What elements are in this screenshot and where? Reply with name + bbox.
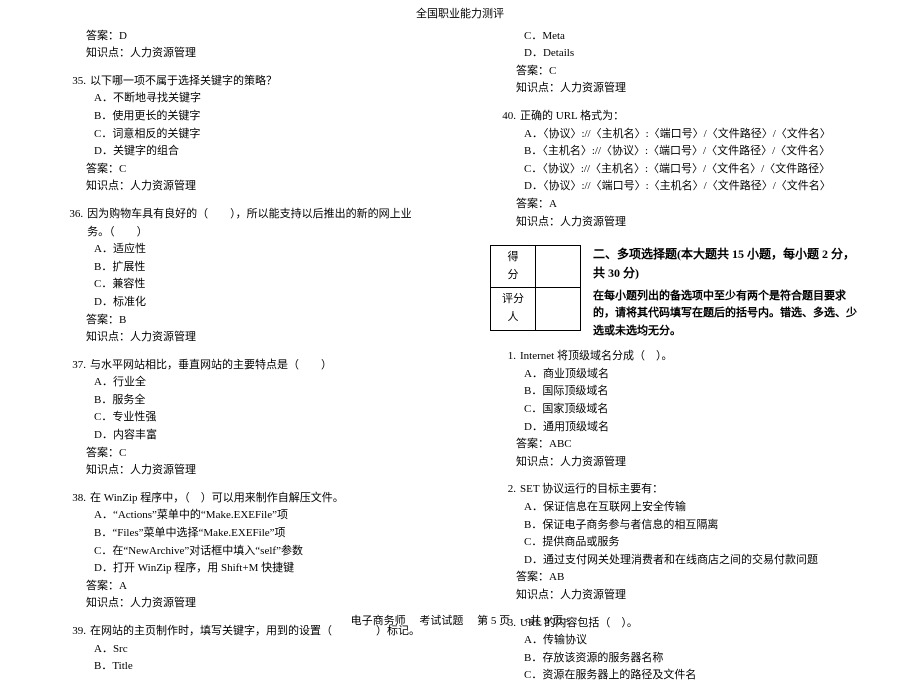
- mq2-answer: 答案：AB: [490, 569, 860, 587]
- q39-opt-b: B．Title: [94, 658, 430, 676]
- mquestion-2: 2.SET 协议运行的目标主要有： A．保证信息在互联网上安全传输 B．保证电子…: [490, 481, 860, 604]
- q40-num: 40.: [490, 108, 520, 126]
- question-38: 38.在 WinZip 程序中，（ ）可以用来制作自解压文件。 A．“Actio…: [60, 490, 430, 613]
- q40-stem: 正确的 URL 格式为：: [520, 108, 624, 126]
- score-value-cell: [536, 246, 581, 288]
- q40-kp: 知识点：人力资源管理: [490, 214, 860, 232]
- q35-opt-b: B．使用更长的关键字: [94, 108, 430, 126]
- right-column: C．Meta D．Details 答案：C 知识点：人力资源管理 40.正确的 …: [460, 24, 890, 693]
- mq3-opt-b: B．存放该资源的服务器名称: [524, 650, 860, 668]
- footer-subject: 电子商务师: [351, 615, 406, 627]
- q38-opt-a: A．“Actions”菜单中的“Make.EXEFile”项: [94, 507, 430, 525]
- prev-kp: 知识点：人力资源管理: [60, 45, 430, 63]
- q38-num: 38.: [60, 490, 90, 508]
- q39-opt-c: C．Meta: [524, 28, 860, 46]
- footer-paper: 考试试题: [419, 615, 463, 627]
- q35-kp: 知识点：人力资源管理: [60, 178, 430, 196]
- reviewer-value-cell: [536, 288, 581, 330]
- prev-answer: 答案：D: [60, 28, 430, 46]
- q36-opt-c: C．兼容性: [94, 276, 430, 294]
- mq1-stem: Internet 将顶级域名分成（ ）。: [520, 348, 672, 366]
- footer-page: 第 5 页: [477, 615, 510, 627]
- q38-opt-c: C．在“NewArchive”对话框中填入“self”参数: [94, 543, 430, 561]
- reviewer-label: 评分人: [491, 288, 536, 330]
- mq2-num: 2.: [490, 481, 520, 499]
- section2-title: 二、多项选择题(本大题共 15 小题，每小题 2 分，共 30 分): [593, 245, 860, 283]
- section2-header: 得 分 评分人 二、多项选择题(本大题共 15 小题，每小题 2 分，共 30 …: [490, 245, 860, 340]
- q39-answer: 答案：C: [490, 63, 860, 81]
- score-label: 得 分: [491, 246, 536, 288]
- q37-opt-a: A．行业全: [94, 374, 430, 392]
- q36-stem: 因为购物车具有良好的（ ），所以能支持以后推出的新的网上业务。（ ）: [87, 206, 430, 241]
- q36-opt-d: D．标准化: [94, 294, 430, 312]
- page-footer: 电子商务师 考试试题 第 5 页 <共 9 页>: [0, 613, 920, 631]
- q40-answer: 答案：A: [490, 196, 860, 214]
- q37-opt-c: C．专业性强: [94, 409, 430, 427]
- q39-kp: 知识点：人力资源管理: [490, 80, 860, 98]
- section2-instructions: 在每小题列出的备选项中至少有两个是符合题目要求的，请将其代码填写在题后的括号内。…: [593, 288, 860, 341]
- q37-opt-b: B．服务全: [94, 392, 430, 410]
- q39-opt-a: A．Src: [94, 641, 430, 659]
- q37-opt-d: D．内容丰富: [94, 427, 430, 445]
- mq2-opt-b: B．保证电子商务参与者信息的相互隔离: [524, 517, 860, 535]
- mq2-opt-c: C．提供商品或服务: [524, 534, 860, 552]
- q40-opt-a: A．〈协议〉://〈主机名〉:〈端口号〉/〈文件路径〉/〈文件名〉: [524, 126, 860, 144]
- q35-num: 35.: [60, 73, 90, 91]
- doc-header: 全国职业能力测评: [0, 0, 920, 24]
- q39-opt-d: D．Details: [524, 45, 860, 63]
- q36-kp: 知识点：人力资源管理: [60, 329, 430, 347]
- q36-opt-b: B．扩展性: [94, 259, 430, 277]
- mq2-opt-a: A．保证信息在互联网上安全传输: [524, 499, 860, 517]
- mq1-num: 1.: [490, 348, 520, 366]
- mq2-opt-d: D．通过支付网关处理消费者和在线商店之间的交易付款问题: [524, 552, 860, 570]
- q37-num: 37.: [60, 357, 90, 375]
- q38-opt-b: B．“Files”菜单中选择“Make.EXEFile”项: [94, 525, 430, 543]
- q36-answer: 答案：B: [60, 312, 430, 330]
- q36-num: 36.: [60, 206, 87, 241]
- mq1-opt-d: D．通用顶级域名: [524, 419, 860, 437]
- mq3-opt-a: A．传输协议: [524, 632, 860, 650]
- score-box: 得 分 评分人: [490, 245, 581, 330]
- q40-opt-b: B．〈主机名〉://〈协议〉:〈端口号〉/〈文件路径〉/〈文件名〉: [524, 143, 860, 161]
- question-40: 40.正确的 URL 格式为： A．〈协议〉://〈主机名〉:〈端口号〉/〈文件…: [490, 108, 860, 231]
- q35-opt-c: C．词意相反的关键字: [94, 126, 430, 144]
- left-column: 答案：D 知识点：人力资源管理 35.以下哪一项不属于选择关键字的策略？ A．不…: [30, 24, 460, 693]
- mq2-stem: SET 协议运行的目标主要有：: [520, 481, 663, 499]
- question-36: 36.因为购物车具有良好的（ ），所以能支持以后推出的新的网上业务。（ ） A．…: [60, 206, 430, 347]
- question-37: 37.与水平网站相比，垂直网站的主要特点是（ ） A．行业全 B．服务全 C．专…: [60, 357, 430, 480]
- mq1-opt-c: C．国家顶级域名: [524, 401, 860, 419]
- q37-stem: 与水平网站相比，垂直网站的主要特点是（ ）: [90, 357, 332, 375]
- mq1-answer: 答案：ABC: [490, 436, 860, 454]
- mq2-kp: 知识点：人力资源管理: [490, 587, 860, 605]
- mq1-opt-b: B．国际顶级域名: [524, 383, 860, 401]
- q40-opt-c: C．〈协议〉://〈主机名〉:〈端口号〉/〈文件名〉/〈文件路径〉: [524, 161, 860, 179]
- q37-kp: 知识点：人力资源管理: [60, 462, 430, 480]
- q40-opt-d: D．〈协议〉://〈端口号〉:〈主机名〉/〈文件路径〉/〈文件名〉: [524, 178, 860, 196]
- q38-opt-d: D．打开 WinZip 程序，用 Shift+M 快捷键: [94, 560, 430, 578]
- q36-opt-a: A．适应性: [94, 241, 430, 259]
- mq1-kp: 知识点：人力资源管理: [490, 454, 860, 472]
- q35-stem: 以下哪一项不属于选择关键字的策略？: [90, 73, 277, 91]
- question-35: 35.以下哪一项不属于选择关键字的策略？ A．不断地寻找关键字 B．使用更长的关…: [60, 73, 430, 196]
- q35-opt-d: D．关键字的组合: [94, 143, 430, 161]
- q38-kp: 知识点：人力资源管理: [60, 595, 430, 613]
- q38-stem: 在 WinZip 程序中，（ ）可以用来制作自解压文件。: [90, 490, 344, 508]
- q35-answer: 答案：C: [60, 161, 430, 179]
- footer-total: <共 9 页>: [524, 615, 569, 627]
- mquestion-1: 1.Internet 将顶级域名分成（ ）。 A．商业顶级域名 B．国际顶级域名…: [490, 348, 860, 471]
- mq1-opt-a: A．商业顶级域名: [524, 366, 860, 384]
- q37-answer: 答案：C: [60, 445, 430, 463]
- q35-opt-a: A．不断地寻找关键字: [94, 90, 430, 108]
- mq3-opt-c: C．资源在服务器上的路径及文件名: [524, 667, 860, 685]
- q38-answer: 答案：A: [60, 578, 430, 596]
